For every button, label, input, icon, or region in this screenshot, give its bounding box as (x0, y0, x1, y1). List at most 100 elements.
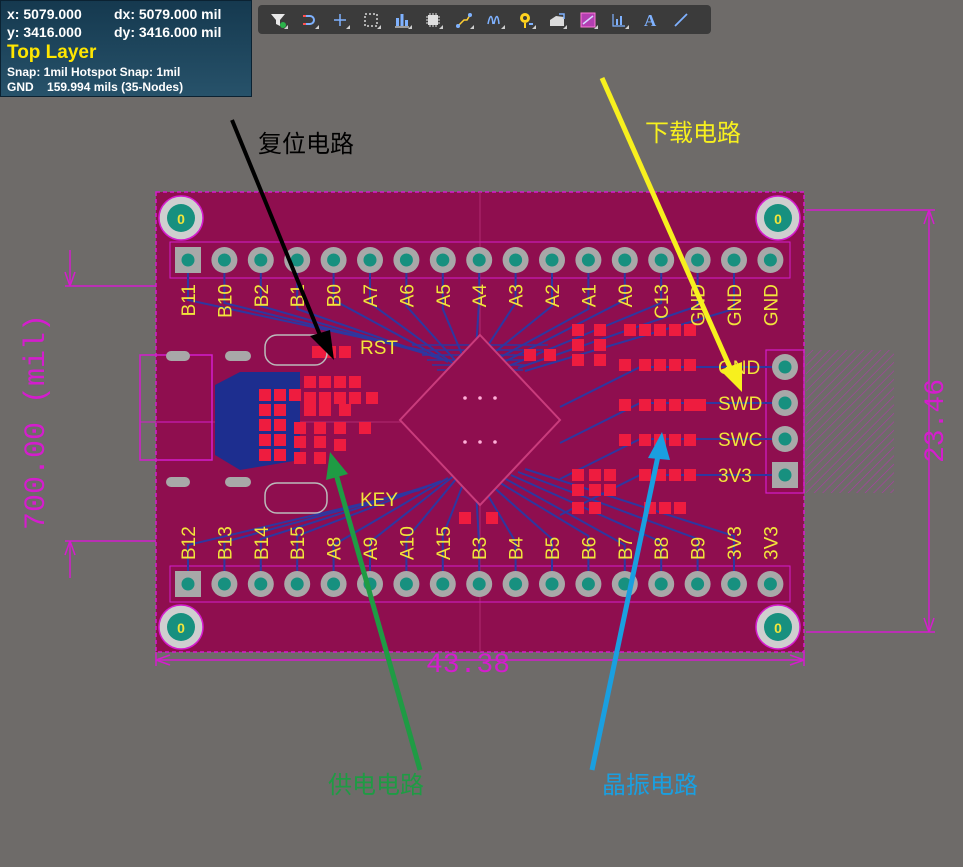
smd-pad[interactable] (619, 399, 631, 411)
smd-pad[interactable] (639, 469, 651, 481)
smd-pad[interactable] (314, 422, 326, 434)
top-header-pin[interactable] (539, 247, 565, 273)
bottom-header-pin[interactable] (502, 571, 529, 597)
top-header-pin[interactable] (357, 247, 383, 273)
top-header-pin[interactable] (611, 247, 638, 273)
bottom-header-pin[interactable] (466, 571, 493, 597)
smd-pad[interactable] (624, 324, 636, 336)
smd-pad[interactable] (274, 389, 286, 401)
smd-pad[interactable] (669, 469, 681, 481)
top-header-pin[interactable] (393, 247, 420, 273)
bottom-header-pin[interactable] (575, 571, 602, 597)
smd-pad[interactable] (259, 389, 271, 401)
smd-pad[interactable] (639, 359, 651, 371)
smd-pad[interactable] (669, 434, 681, 446)
smd-pad[interactable] (572, 502, 584, 514)
usb-shield-pad[interactable] (166, 477, 190, 487)
smd-pad[interactable] (684, 469, 696, 481)
pcb-canvas[interactable]: 0 0 0 0 B11 B10 B2 B1 B0 A7 A6 A5 A4 A3 A2 A1 A0 C13 G… (0, 0, 963, 867)
smd-pad[interactable] (274, 434, 286, 446)
smd-pad[interactable] (654, 359, 666, 371)
top-header-pin[interactable] (502, 247, 529, 273)
top-header-pin[interactable] (757, 247, 784, 273)
top-header-pin[interactable] (648, 247, 675, 273)
bottom-header-pin[interactable] (684, 571, 711, 597)
smd-pad[interactable] (334, 422, 346, 434)
smd-pad[interactable] (334, 376, 346, 388)
bottom-header-pin[interactable] (539, 571, 565, 597)
smd-pad[interactable] (339, 346, 351, 358)
smd-pad[interactable] (486, 512, 498, 524)
smd-pad[interactable] (604, 484, 616, 496)
smd-pad[interactable] (619, 434, 631, 446)
swd-header-pin[interactable] (772, 426, 798, 452)
smd-pad[interactable] (274, 449, 286, 461)
usb-shield-pad[interactable] (225, 477, 251, 487)
smd-pad[interactable] (319, 376, 331, 388)
bottom-header-pin[interactable] (721, 571, 747, 597)
smd-pad[interactable] (589, 484, 601, 496)
smd-pad[interactable] (594, 339, 606, 351)
smd-pad[interactable] (639, 434, 651, 446)
bottom-header-pin[interactable] (393, 571, 420, 597)
dimension-left[interactable] (64, 250, 156, 578)
smd-pad[interactable] (259, 434, 271, 446)
smd-pad[interactable] (659, 502, 671, 514)
bottom-header-pin[interactable] (429, 571, 456, 597)
smd-pad[interactable] (314, 452, 326, 464)
smd-pad[interactable] (334, 439, 346, 451)
smd-pad[interactable] (669, 359, 681, 371)
smd-pad[interactable] (349, 376, 361, 388)
bottom-header-pin[interactable] (175, 571, 201, 597)
smd-pad[interactable] (259, 449, 271, 461)
smd-pad[interactable] (572, 354, 584, 366)
smd-pad[interactable] (359, 422, 371, 434)
top-header-pin[interactable] (429, 247, 456, 273)
smd-pad[interactable] (304, 376, 316, 388)
smd-pad[interactable] (349, 392, 361, 404)
smd-pad[interactable] (274, 404, 286, 416)
smd-pad[interactable] (274, 419, 286, 431)
usb-shield-pad[interactable] (225, 351, 251, 361)
smd-pad[interactable] (572, 339, 584, 351)
smd-pad[interactable] (294, 422, 306, 434)
smd-pad[interactable] (604, 469, 616, 481)
mount-hole-tl[interactable]: 0 (158, 195, 204, 241)
swd-header-pin[interactable] (772, 354, 798, 380)
smd-pad[interactable] (259, 404, 271, 416)
smd-pad[interactable] (339, 404, 351, 416)
bottom-header-pin[interactable] (648, 571, 675, 597)
usb-shield-pad[interactable] (166, 351, 190, 361)
bottom-header-pin[interactable] (211, 571, 238, 597)
smd-pad[interactable] (639, 399, 651, 411)
top-header-pin[interactable] (320, 247, 347, 273)
smd-pad[interactable] (572, 484, 584, 496)
top-header-pin[interactable] (575, 247, 602, 273)
smd-pad[interactable] (304, 392, 316, 404)
smd-pad[interactable] (294, 436, 306, 448)
smd-pad[interactable] (319, 392, 331, 404)
smd-pad[interactable] (289, 389, 301, 401)
mount-hole-br[interactable]: 0 (755, 604, 801, 650)
smd-pad[interactable] (572, 324, 584, 336)
smd-pad[interactable] (654, 399, 666, 411)
smd-pad[interactable] (684, 434, 696, 446)
smd-pad[interactable] (572, 469, 584, 481)
mount-hole-bl[interactable]: 0 (158, 604, 204, 650)
top-header-pin[interactable] (175, 247, 201, 273)
smd-pad[interactable] (366, 392, 378, 404)
smd-pad[interactable] (654, 324, 666, 336)
smd-pad[interactable] (294, 452, 306, 464)
smd-pad[interactable] (639, 324, 651, 336)
swd-header-pin[interactable] (772, 462, 798, 488)
smd-pad[interactable] (589, 502, 601, 514)
smd-pad[interactable] (594, 324, 606, 336)
smd-pad[interactable] (589, 469, 601, 481)
top-header-pin[interactable] (466, 247, 493, 273)
top-header-pin[interactable] (247, 247, 274, 273)
bottom-header-pin[interactable] (320, 571, 347, 597)
smd-pad[interactable] (694, 399, 706, 411)
smd-pad[interactable] (314, 436, 326, 448)
smd-pad[interactable] (304, 404, 316, 416)
top-header-pin[interactable] (211, 247, 238, 273)
